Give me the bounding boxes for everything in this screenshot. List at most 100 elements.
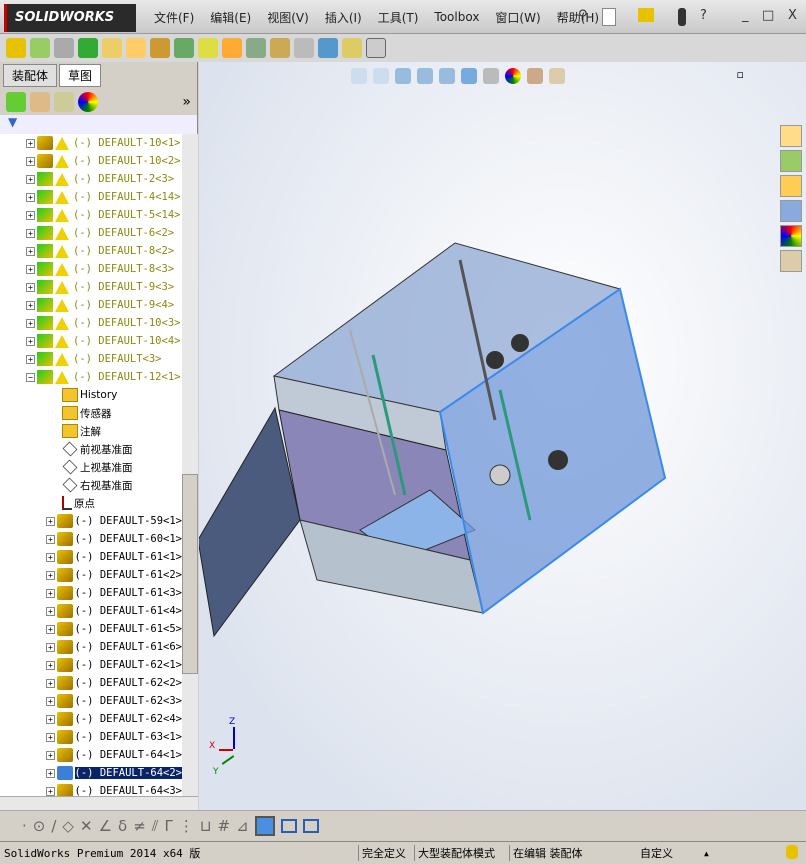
tree-item[interactable]: + (-) DEFAULT-62<1> (0, 656, 182, 674)
tree-item[interactable]: History (0, 386, 182, 404)
graphics-area[interactable]: ▫ Z X Y (199, 62, 806, 810)
tree-item[interactable]: + (-) DEFAULT-60<1> (0, 530, 182, 548)
feature-manager-icon[interactable] (6, 92, 26, 112)
pattern-icon[interactable] (78, 38, 98, 58)
expand-toggle[interactable]: + (46, 552, 55, 562)
four-view-icon[interactable] (302, 818, 319, 833)
expand-toggle[interactable]: + (26, 282, 35, 292)
pin-icon[interactable]: ⚲ (578, 8, 588, 23)
units-menu-arrow[interactable]: ▲ (704, 849, 709, 858)
expand-toggle[interactable]: + (46, 678, 55, 688)
mate-icon[interactable] (54, 38, 74, 58)
expand-toggle[interactable]: + (26, 174, 35, 184)
tree-item[interactable]: + (-) DEFAULT-10<2> (0, 152, 182, 170)
trim-icon[interactable]: ✕ (80, 817, 93, 835)
tree-item[interactable]: 传感器 (0, 404, 182, 422)
parallel-icon[interactable]: ≠ (133, 817, 146, 835)
assembly-features-icon[interactable] (174, 38, 194, 58)
expand-toggle[interactable]: + (46, 534, 55, 544)
expand-toggle[interactable]: + (46, 516, 55, 526)
expand-toggle[interactable]: + (26, 156, 35, 166)
explode-line-sketch-icon[interactable] (294, 38, 314, 58)
take-snapshot-icon[interactable] (366, 38, 386, 58)
expand-toggle[interactable]: + (26, 192, 35, 202)
smart-fasteners-icon[interactable] (102, 38, 122, 58)
tree-item[interactable]: + (-) DEFAULT-9<4> (0, 296, 182, 314)
help-icon[interactable]: ? (700, 8, 707, 23)
open-icon[interactable] (638, 8, 654, 22)
maximize-button[interactable]: □ (762, 8, 774, 23)
reference-geometry-icon[interactable] (198, 38, 218, 58)
tree-item[interactable]: + (-) DEFAULT-8<2> (0, 242, 182, 260)
perpendicular-icon[interactable]: ⫽ (152, 817, 159, 835)
new-motion-study-icon[interactable] (222, 38, 242, 58)
menu-file[interactable]: 文件(F) (146, 9, 202, 26)
tree-item[interactable]: + (-) DEFAULT-61<4> (0, 602, 182, 620)
tab-assembly[interactable]: 装配体 (3, 64, 58, 87)
tree-item[interactable]: + (-) DEFAULT-10<1> (0, 134, 182, 152)
tree-vertical-scrollbar[interactable] (182, 134, 198, 796)
display-manager-icon[interactable] (78, 92, 98, 112)
menu-view[interactable]: 视图(V) (259, 9, 317, 26)
tree-item[interactable]: + (-) DEFAULT-63<1> (0, 728, 182, 746)
line-icon[interactable]: / (51, 817, 56, 835)
tree-item[interactable]: + (-) DEFAULT-62<2> (0, 674, 182, 692)
bill-of-materials-icon[interactable] (246, 38, 266, 58)
tree-item[interactable]: 注解 (0, 422, 182, 440)
rebuild-traffic-light-icon[interactable] (678, 8, 686, 26)
configuration-manager-icon[interactable] (54, 92, 74, 112)
tree-item[interactable]: + (-) DEFAULT-10<4> (0, 332, 182, 350)
filter-icon[interactable]: ▼ (0, 115, 197, 135)
tree-item[interactable]: 右视基准面 (0, 476, 182, 494)
insert-component-icon[interactable] (6, 38, 26, 58)
tangent-icon[interactable]: δ (118, 817, 127, 835)
grid-icon[interactable]: # (218, 817, 231, 835)
close-button[interactable]: X (788, 8, 797, 23)
instant3d-icon[interactable] (318, 38, 338, 58)
menu-tools[interactable]: 工具(T) (370, 9, 427, 26)
tree-item[interactable]: + (-) DEFAULT-62<3> (0, 692, 182, 710)
custom-properties-icon[interactable] (780, 250, 802, 272)
3d-view-icon[interactable] (254, 815, 275, 836)
tree-item[interactable]: + (-) DEFAULT-5<14> (0, 206, 182, 224)
tree-item[interactable]: + (-) DEFAULT<3> (0, 350, 182, 368)
tree-item[interactable]: 原点 (0, 494, 182, 512)
move-component-icon[interactable] (126, 38, 146, 58)
expand-toggle[interactable]: + (46, 768, 55, 778)
dimension-icon[interactable]: ⊔ (200, 817, 212, 835)
expand-toggle[interactable]: + (46, 588, 55, 598)
tree-item[interactable]: + (-) DEFAULT-6<2> (0, 224, 182, 242)
corner-icon[interactable]: Γ (164, 817, 172, 835)
property-manager-icon[interactable] (30, 92, 50, 112)
expand-toggle[interactable]: − (26, 372, 35, 382)
design-library-icon[interactable] (780, 150, 802, 172)
expand-toggle[interactable]: + (26, 300, 35, 310)
show-hidden-icon[interactable] (150, 38, 170, 58)
tree-item[interactable]: + (-) DEFAULT-10<3> (0, 314, 182, 332)
expand-toggle[interactable]: + (26, 264, 35, 274)
tree-item[interactable]: + (-) DEFAULT-4<14> (0, 188, 182, 206)
expand-toggle[interactable]: + (46, 570, 55, 580)
tree-item[interactable]: + (-) DEFAULT-61<1> (0, 548, 182, 566)
expand-toggle[interactable]: + (46, 786, 55, 796)
tree-item[interactable]: + (-) DEFAULT-61<2> (0, 566, 182, 584)
tree-item[interactable]: 前视基准面 (0, 440, 182, 458)
expand-toggle[interactable]: + (46, 714, 55, 724)
expand-toggle[interactable]: + (46, 642, 55, 652)
expand-toggle[interactable]: + (26, 336, 35, 346)
update-speedpak-icon[interactable] (342, 38, 362, 58)
offset-icon[interactable]: ⋮ (179, 817, 194, 835)
menu-insert[interactable]: 插入(I) (317, 9, 370, 26)
angle-dimension-icon[interactable]: ⊿ (236, 817, 249, 835)
new-document-icon[interactable] (602, 8, 616, 26)
tree-item[interactable]: + (-) DEFAULT-64<2> (0, 764, 182, 782)
view-palette-icon[interactable] (780, 200, 802, 222)
expand-toggle[interactable]: + (26, 228, 35, 238)
exploded-view-icon[interactable] (270, 38, 290, 58)
expand-toggle[interactable]: + (46, 750, 55, 760)
expand-toggle[interactable]: + (46, 732, 55, 742)
circle-icon[interactable]: ⊙ (33, 817, 46, 835)
angle-icon[interactable]: ∠ (99, 817, 112, 835)
tree-item[interactable]: − (-) DEFAULT-12<1> (0, 368, 182, 386)
new-part-icon[interactable] (30, 38, 50, 58)
